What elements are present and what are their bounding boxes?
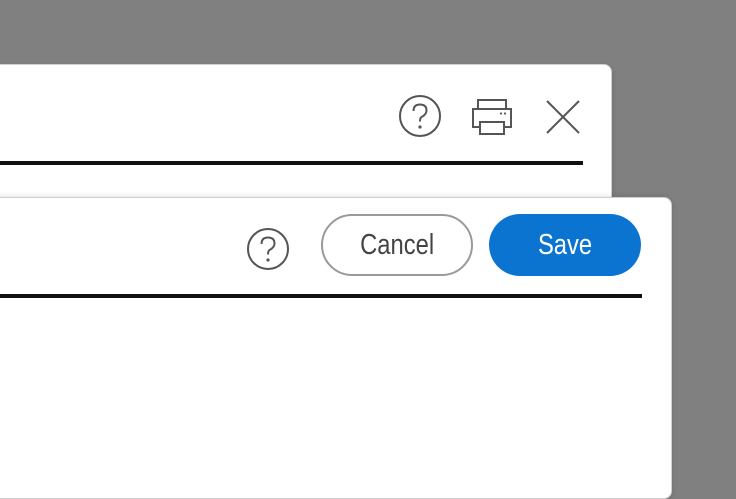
foreground-dialog: Cancel Save: [0, 197, 672, 499]
help-circle-icon: [247, 228, 289, 270]
header-divider: [0, 294, 642, 298]
close-button[interactable]: [543, 95, 583, 139]
save-button[interactable]: Save: [489, 214, 641, 276]
save-button-label: Save: [537, 228, 593, 261]
help-button[interactable]: [245, 226, 291, 272]
cancel-button[interactable]: Cancel: [321, 214, 473, 276]
close-icon: [546, 100, 580, 134]
header-divider: [0, 161, 583, 165]
help-circle-icon: [399, 95, 441, 137]
cancel-button-label: Cancel: [359, 228, 435, 261]
printer-icon: [472, 99, 512, 135]
print-button[interactable]: [469, 95, 515, 139]
help-button[interactable]: [397, 93, 443, 139]
